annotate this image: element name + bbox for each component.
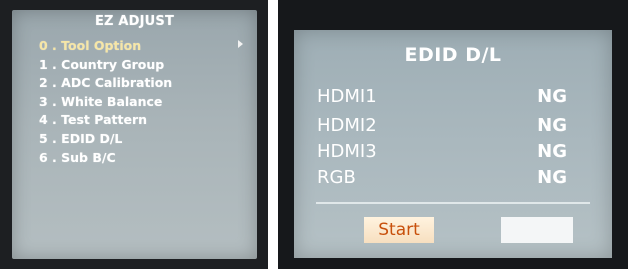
- port-row-hdmi3: HDMI3 NG: [317, 141, 567, 163]
- menu-item-country-group[interactable]: 1 . Country Group: [39, 56, 172, 75]
- menu-item-white-balance[interactable]: 3 . White Balance: [39, 93, 172, 112]
- port-status: NG: [537, 86, 567, 107]
- port-name: HDMI2: [317, 115, 377, 136]
- menu-item-edid-dl[interactable]: 5 . EDID D/L: [39, 130, 172, 149]
- edid-title: EDID D/L: [404, 44, 502, 66]
- blank-button[interactable]: [501, 217, 573, 243]
- port-status: NG: [537, 167, 567, 188]
- edid-screen: EDID D/L HDMI1 NG HDMI2 NG HDMI3 NG RGB …: [294, 30, 612, 258]
- port-name: HDMI3: [317, 141, 377, 162]
- port-name: HDMI1: [317, 86, 377, 107]
- ez-adjust-menu: 0 . Tool Option 1 . Country Group 2 . AD…: [39, 37, 172, 167]
- photo-collage: EZ ADJUST 0 . Tool Option 1 . Country Gr…: [0, 0, 628, 269]
- triangle-right-icon: [238, 40, 243, 48]
- port-row-hdmi1: HDMI1 NG: [317, 86, 567, 108]
- start-button[interactable]: Start: [364, 217, 434, 243]
- ez-adjust-photo: EZ ADJUST 0 . Tool Option 1 . Country Gr…: [0, 0, 268, 269]
- menu-item-adc-calibration[interactable]: 2 . ADC Calibration: [39, 74, 172, 93]
- divider: [316, 202, 590, 204]
- port-status: NG: [537, 141, 567, 162]
- port-row-rgb: RGB NG: [317, 167, 567, 189]
- port-row-hdmi2: HDMI2 NG: [317, 115, 567, 137]
- port-name: RGB: [317, 167, 356, 188]
- port-status: NG: [537, 115, 567, 136]
- ez-adjust-title: EZ ADJUST: [94, 14, 175, 29]
- menu-item-sub-bc[interactable]: 6 . Sub B/C: [39, 149, 172, 168]
- menu-item-tool-option[interactable]: 0 . Tool Option: [39, 37, 172, 56]
- menu-item-test-pattern[interactable]: 4 . Test Pattern: [39, 111, 172, 130]
- edid-photo: EDID D/L HDMI1 NG HDMI2 NG HDMI3 NG RGB …: [278, 0, 628, 269]
- ez-adjust-screen: EZ ADJUST 0 . Tool Option 1 . Country Gr…: [12, 10, 257, 259]
